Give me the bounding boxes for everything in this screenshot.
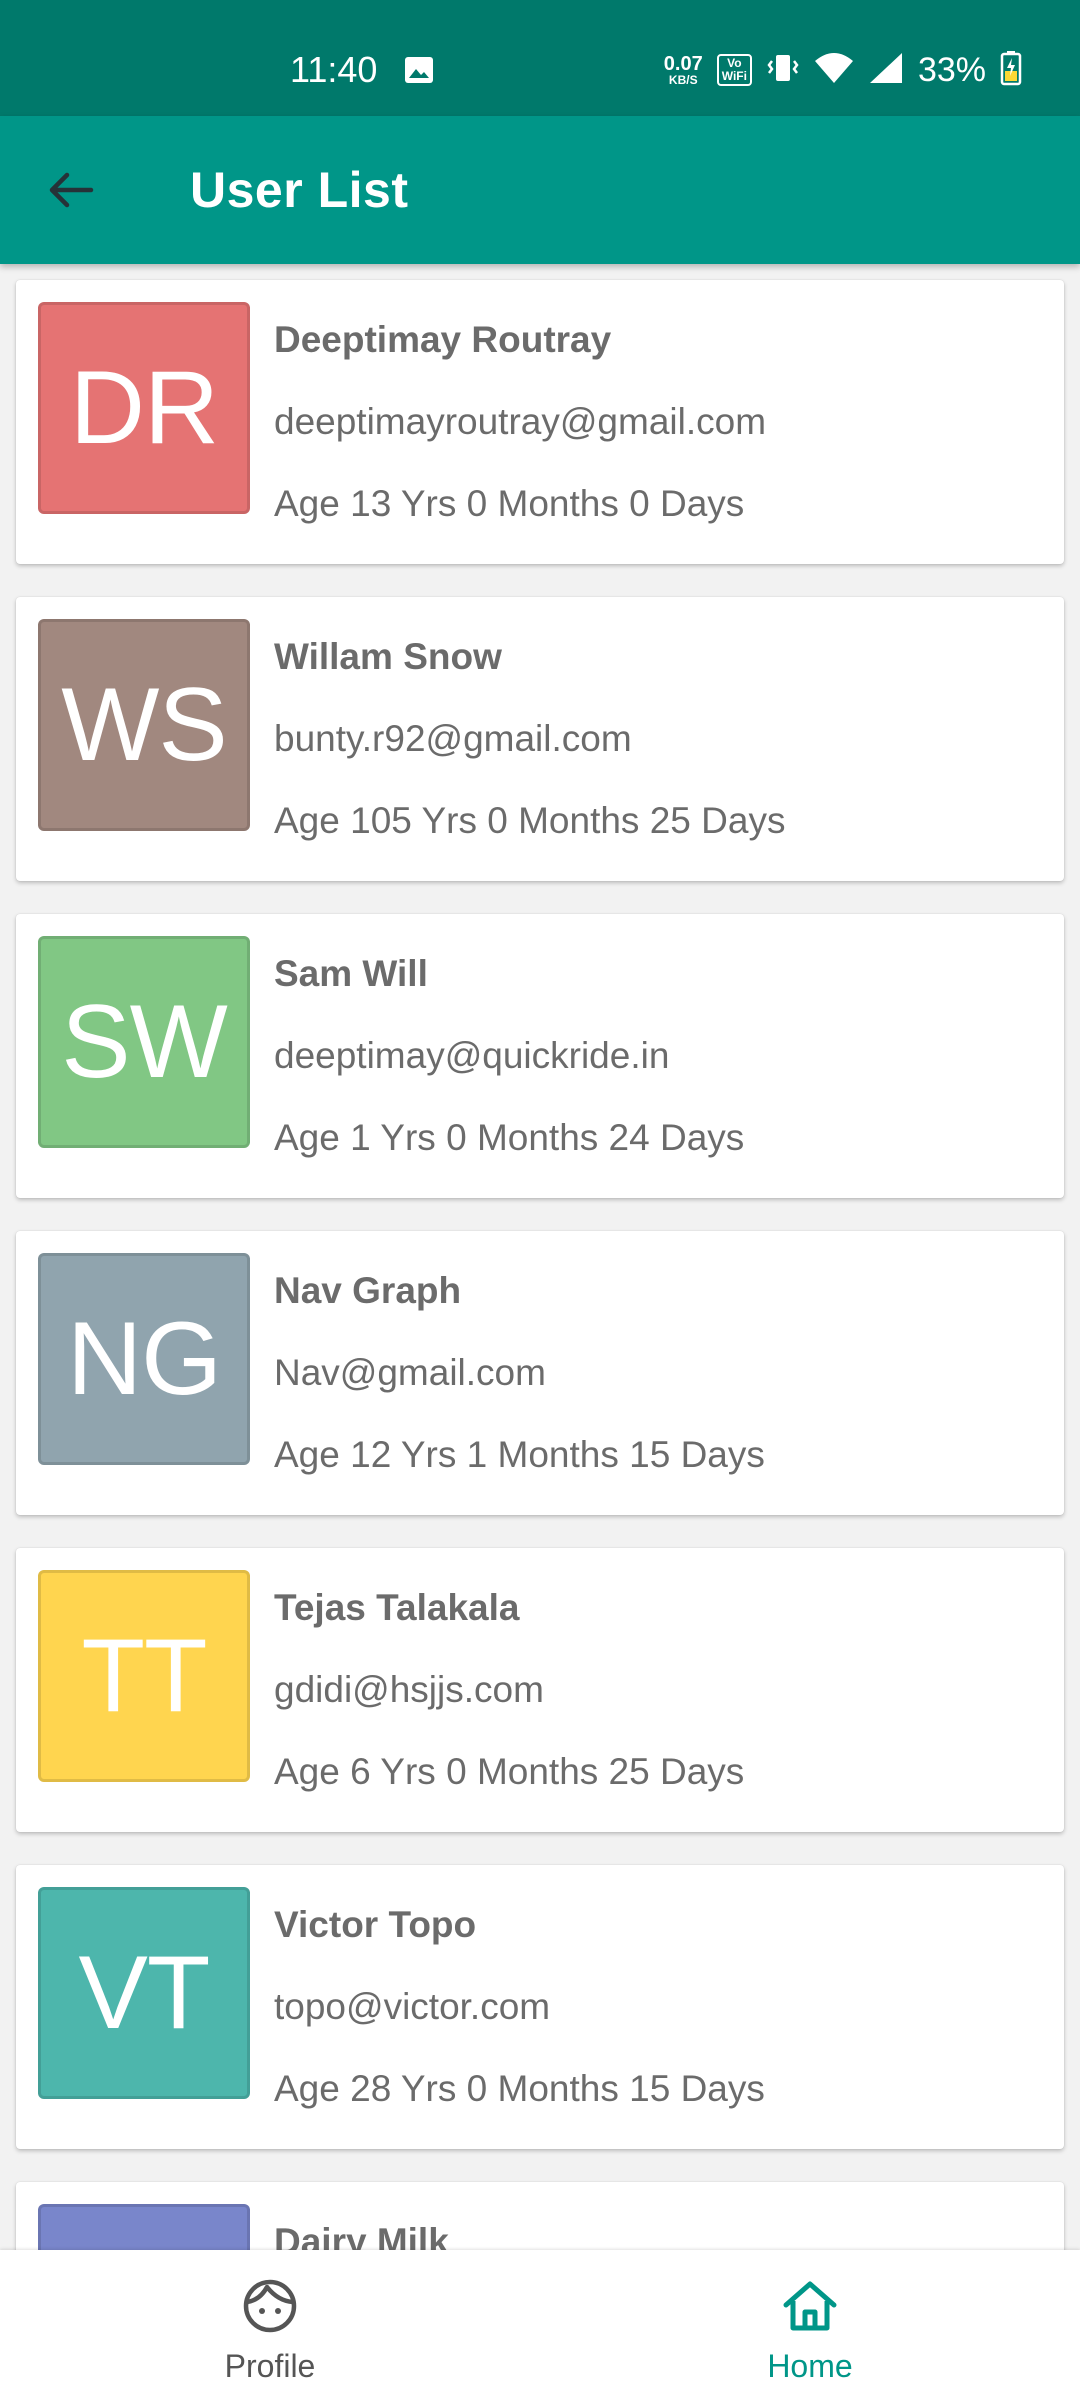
app-bar: User List (0, 116, 1080, 264)
user-email: bunty.r92@gmail.com (274, 718, 632, 759)
nav-label-home: Home (767, 2348, 853, 2384)
status-bar: 11:40 0.07 KB/S Vo WiFi 33% (0, 0, 1080, 116)
network-speed-unit: KB/S (668, 73, 698, 87)
cell-signal-icon (868, 51, 904, 90)
battery-percentage: 33% (917, 50, 986, 89)
user-card[interactable]: Dairy Milk (16, 2182, 1064, 2250)
user-email: gdidi@hsjjs.com (274, 1669, 544, 1710)
user-card[interactable]: TT Tejas Talakala gdidi@hsjjs.com Age 6 … (16, 1548, 1064, 1832)
user-age: Age 13 Yrs 0 Months 0 Days (274, 483, 745, 524)
user-name: Deeptimay Routray (274, 319, 612, 360)
user-card[interactable]: WS Willam Snow bunty.r92@gmail.com Age 1… (16, 597, 1064, 881)
user-name: Willam Snow (274, 636, 502, 677)
user-age: Age 6 Yrs 0 Months 25 Days (274, 1751, 745, 1792)
page-title: User List (190, 162, 409, 218)
user-email: deeptimay@quickride.in (274, 1035, 670, 1076)
user-card[interactable]: DR Deeptimay Routray deeptimayroutray@gm… (16, 280, 1064, 564)
user-avatar: NG (38, 1253, 250, 1465)
user-age: Age 28 Yrs 0 Months 15 Days (274, 2068, 765, 2109)
user-age: Age 1 Yrs 0 Months 24 Days (274, 1117, 745, 1158)
user-name: Nav Graph (274, 1270, 462, 1311)
user-card[interactable]: VT Victor Topo topo@victor.com Age 28 Yr… (16, 1865, 1064, 2149)
user-avatar: DR (38, 302, 250, 514)
user-list[interactable]: DR Deeptimay Routray deeptimayroutray@gm… (0, 264, 1080, 2250)
network-speed-value: 0.07 (663, 53, 703, 75)
user-avatar (38, 2204, 250, 2250)
user-age: Age 12 Yrs 1 Months 15 Days (274, 1434, 765, 1475)
user-name: Sam Will (274, 953, 428, 994)
user-email: topo@victor.com (274, 1986, 551, 2027)
arrow-back-icon (49, 172, 94, 208)
network-speed: 0.07 KB/S (664, 54, 703, 86)
status-time: 11:40 (290, 49, 378, 90)
vowifi-icon: Vo WiFi (716, 54, 752, 86)
vibrate-icon (766, 51, 800, 90)
vowifi-bottom-label: WiFi (721, 69, 747, 83)
user-avatar: WS (38, 619, 250, 831)
status-icons: 0.07 KB/S Vo WiFi 33% (664, 48, 1022, 92)
nav-label-profile: Profile (224, 2348, 316, 2384)
back-button[interactable] (38, 162, 104, 218)
user-avatar: SW (38, 936, 250, 1148)
bottom-navigation: Profile Home (0, 2250, 1080, 2400)
user-name: Victor Topo (274, 1904, 477, 1945)
user-avatar: VT (38, 1887, 250, 2099)
face-icon (243, 2279, 297, 2333)
user-card[interactable]: NG Nav Graph Nav@gmail.com Age 12 Yrs 1 … (16, 1231, 1064, 1515)
home-icon (783, 2281, 837, 2331)
user-name: Dairy Milk (274, 2221, 449, 2250)
nav-item-profile[interactable]: Profile (0, 2250, 540, 2400)
battery-charging-icon (1000, 50, 1022, 91)
wifi-icon (814, 51, 854, 90)
user-name: Tejas Talakala (274, 1587, 520, 1628)
gallery-notification-icon (404, 56, 434, 89)
user-email: Nav@gmail.com (274, 1352, 546, 1393)
user-email: deeptimayroutray@gmail.com (274, 401, 767, 442)
user-avatar: TT (38, 1570, 250, 1782)
user-card[interactable]: SW Sam Will deeptimay@quickride.in Age 1… (16, 914, 1064, 1198)
user-age: Age 105 Yrs 0 Months 25 Days (274, 800, 786, 841)
nav-item-home[interactable]: Home (540, 2250, 1080, 2400)
